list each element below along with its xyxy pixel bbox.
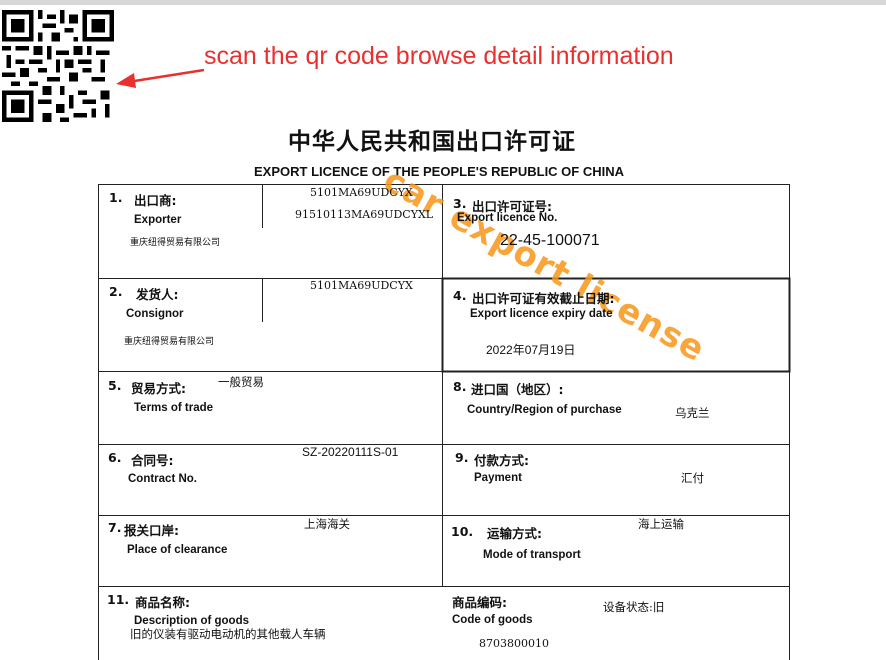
licence-title-cn: 中华人民共和国出口许可证 — [288, 129, 576, 155]
licence-no-label-en: Export licence No. — [457, 212, 558, 224]
country-value: 乌克兰 — [675, 406, 710, 420]
expiry-label-cn: 出口许可证有效截止日期: — [472, 291, 615, 306]
contract-label-cn: 合同号: — [131, 453, 174, 468]
consignor-name: 重庆纽得贸易有限公司 — [124, 337, 215, 347]
licence-no-number: 3. — [453, 196, 467, 211]
contract-value: SZ-20220111S-01 — [302, 445, 399, 459]
expiry-label-en: Export licence expiry date — [470, 308, 613, 320]
form-grid — [98, 184, 791, 660]
exporter-number: 1. — [109, 190, 123, 205]
goods-code-value: 8703800010 — [479, 637, 549, 650]
expiry-value: 2022年07月19日 — [486, 343, 576, 357]
watermark-text: car export license — [376, 160, 712, 371]
clearance-number: 7. — [108, 520, 122, 535]
country-number: 8. — [453, 379, 467, 394]
transport-number: 10. — [451, 524, 474, 539]
clearance-label-cn: 报关口岸: — [124, 523, 179, 538]
payment-label-cn: 付款方式: — [474, 453, 529, 468]
arrow-left-icon — [116, 68, 205, 88]
goods-number: 11. — [107, 592, 130, 607]
country-label-en: Country/Region of purchase — [467, 404, 622, 416]
transport-value: 海上运输 — [638, 517, 684, 531]
goods-description-value: 旧的仪装有驱动电动机的其他载人车辆 — [130, 627, 326, 641]
clearance-label-en: Place of clearance — [127, 544, 228, 556]
licence-no-value: 22-45-100071 — [500, 232, 600, 249]
payment-number: 9. — [455, 450, 469, 465]
contract-label-en: Contract No. — [128, 473, 197, 485]
consignor-number: 2. — [109, 284, 123, 299]
payment-value: 汇付 — [681, 471, 704, 485]
transport-label-en: Mode of transport — [483, 549, 581, 561]
country-label-cn: 进口国（地区）: — [471, 382, 564, 397]
consignor-code: 5101MA69UDCYX — [310, 279, 413, 292]
scan-instruction-note: scan the qr code browse detail informati… — [204, 42, 674, 70]
expiry-number: 4. — [453, 288, 467, 303]
qr-code-icon[interactable] — [2, 10, 114, 122]
goods-label-cn: 商品名称: — [135, 595, 190, 610]
payment-label-en: Payment — [474, 472, 522, 484]
consignor-label-en: Consignor — [126, 308, 184, 320]
consignor-label-cn: 发货人: — [136, 287, 179, 302]
licence-title-en: EXPORT LICENCE OF THE PEOPLE'S REPUBLIC … — [254, 164, 625, 179]
goods-code-label-en: Code of goods — [452, 614, 533, 626]
trade-terms-label-cn: 贸易方式: — [131, 381, 186, 396]
exporter-credit-code: 91510113MA69UDCYXL — [295, 208, 434, 221]
exporter-label-en: Exporter — [134, 214, 182, 226]
exporter-code: 5101MA69UDCYX — [310, 186, 413, 199]
transport-label-cn: 运输方式: — [487, 526, 542, 541]
exporter-label-cn: 出口商: — [134, 193, 177, 208]
trade-terms-value: 一般贸易 — [218, 375, 264, 389]
exporter-name: 重庆纽得贸易有限公司 — [130, 238, 221, 248]
viewer-top-bar — [0, 0, 886, 5]
goods-code-label-cn: 商品编码: — [452, 595, 507, 610]
trade-terms-label-en: Terms of trade — [134, 402, 214, 414]
clearance-value: 上海海关 — [304, 517, 350, 531]
trade-terms-number: 5. — [108, 378, 122, 393]
contract-number: 6. — [108, 450, 122, 465]
equipment-status: 设备状态:旧 — [603, 600, 665, 614]
